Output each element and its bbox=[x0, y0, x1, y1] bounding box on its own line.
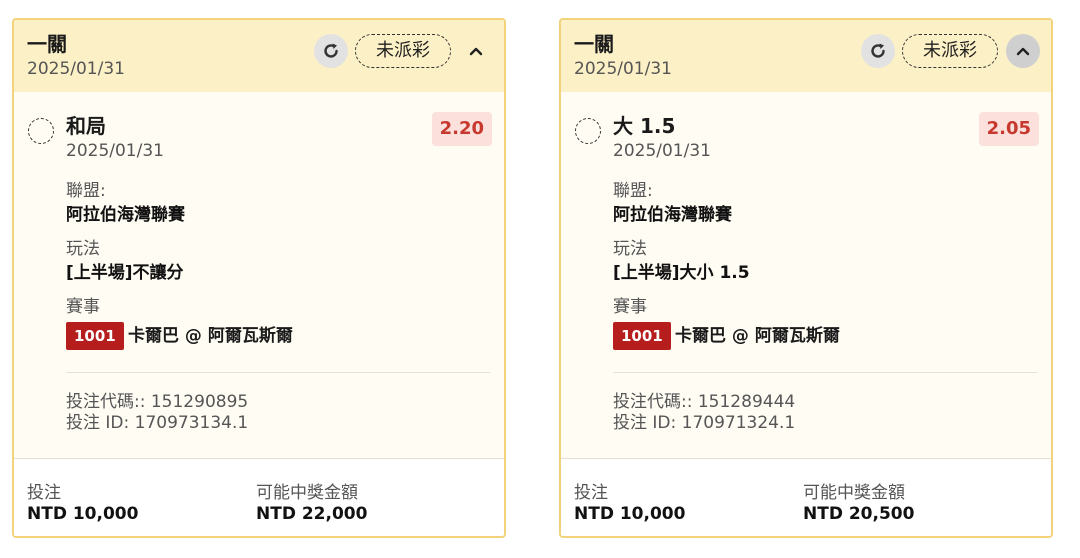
stake-label: 投注 bbox=[27, 483, 61, 503]
bet-card: 一關 2025/01/31 未派彩 和局 2025/01/31 2.20 聯盟:… bbox=[12, 18, 506, 538]
stake-label: 投注 bbox=[574, 483, 608, 503]
card-header: 一關 2025/01/31 未派彩 bbox=[561, 20, 1051, 92]
collapse-button[interactable] bbox=[1006, 34, 1040, 68]
league-label: 聯盟: bbox=[66, 181, 106, 201]
payout-value: NTD 20,500 bbox=[803, 504, 915, 524]
bet-card: 一關 2025/01/31 未派彩 大 1.5 2025/01/31 2.05 … bbox=[559, 18, 1053, 538]
divider bbox=[66, 372, 490, 373]
header-date: 2025/01/31 bbox=[27, 59, 125, 79]
market-label: 玩法 bbox=[66, 239, 100, 259]
stake-value: NTD 10,000 bbox=[27, 504, 139, 524]
selection-radio[interactable] bbox=[575, 118, 601, 144]
bet-type-label: 一關 bbox=[27, 32, 67, 56]
match-id-badge: 1001 bbox=[66, 322, 124, 350]
status-badge: 未派彩 bbox=[355, 34, 451, 68]
event-label: 賽事 bbox=[66, 297, 100, 317]
match-name: 卡爾巴 @ 阿爾瓦斯爾 bbox=[128, 326, 293, 346]
card-header: 一關 2025/01/31 未派彩 bbox=[14, 20, 504, 92]
refresh-icon bbox=[324, 43, 338, 58]
card-footer: 投注 NTD 10,000 可能中獎金額 NTD 20,500 bbox=[561, 458, 1051, 536]
selection-radio[interactable] bbox=[28, 118, 54, 144]
bet-type-label: 一關 bbox=[574, 32, 614, 56]
payout-value: NTD 22,000 bbox=[256, 504, 368, 524]
bet-code: 投注代碼:: 151290895 bbox=[66, 392, 249, 412]
selection-name: 大 1.5 bbox=[613, 114, 676, 138]
refresh-button[interactable] bbox=[861, 34, 895, 68]
divider bbox=[613, 372, 1037, 373]
event-label: 賽事 bbox=[613, 297, 647, 317]
payout-label: 可能中獎金額 bbox=[256, 483, 358, 503]
status-badge: 未派彩 bbox=[902, 34, 998, 68]
league-value: 阿拉伯海灣聯賽 bbox=[66, 205, 185, 225]
market-value: [上半場]不讓分 bbox=[66, 263, 184, 283]
bet-id: 投注 ID: 170971324.1 bbox=[613, 413, 796, 433]
bet-code: 投注代碼:: 151289444 bbox=[613, 392, 796, 412]
market-label: 玩法 bbox=[613, 239, 647, 259]
header-date: 2025/01/31 bbox=[574, 59, 672, 79]
selection-name: 和局 bbox=[66, 114, 106, 138]
match-id-badge: 1001 bbox=[613, 322, 671, 350]
selection-date: 2025/01/31 bbox=[613, 141, 711, 161]
collapse-button[interactable] bbox=[459, 34, 493, 68]
chevron-up-icon bbox=[469, 47, 483, 56]
stake-value: NTD 10,000 bbox=[574, 504, 686, 524]
market-value: [上半場]大小 1.5 bbox=[613, 263, 750, 283]
refresh-icon bbox=[871, 43, 885, 58]
league-label: 聯盟: bbox=[613, 181, 653, 201]
bet-id: 投注 ID: 170973134.1 bbox=[66, 413, 249, 433]
selection-date: 2025/01/31 bbox=[66, 141, 164, 161]
chevron-up-icon bbox=[1016, 47, 1030, 56]
odds-badge: 2.20 bbox=[431, 112, 492, 146]
card-footer: 投注 NTD 10,000 可能中獎金額 NTD 22,000 bbox=[14, 458, 504, 536]
refresh-button[interactable] bbox=[314, 34, 348, 68]
match-name: 卡爾巴 @ 阿爾瓦斯爾 bbox=[675, 326, 840, 346]
league-value: 阿拉伯海灣聯賽 bbox=[613, 205, 732, 225]
odds-badge: 2.05 bbox=[978, 112, 1039, 146]
payout-label: 可能中獎金額 bbox=[803, 483, 905, 503]
